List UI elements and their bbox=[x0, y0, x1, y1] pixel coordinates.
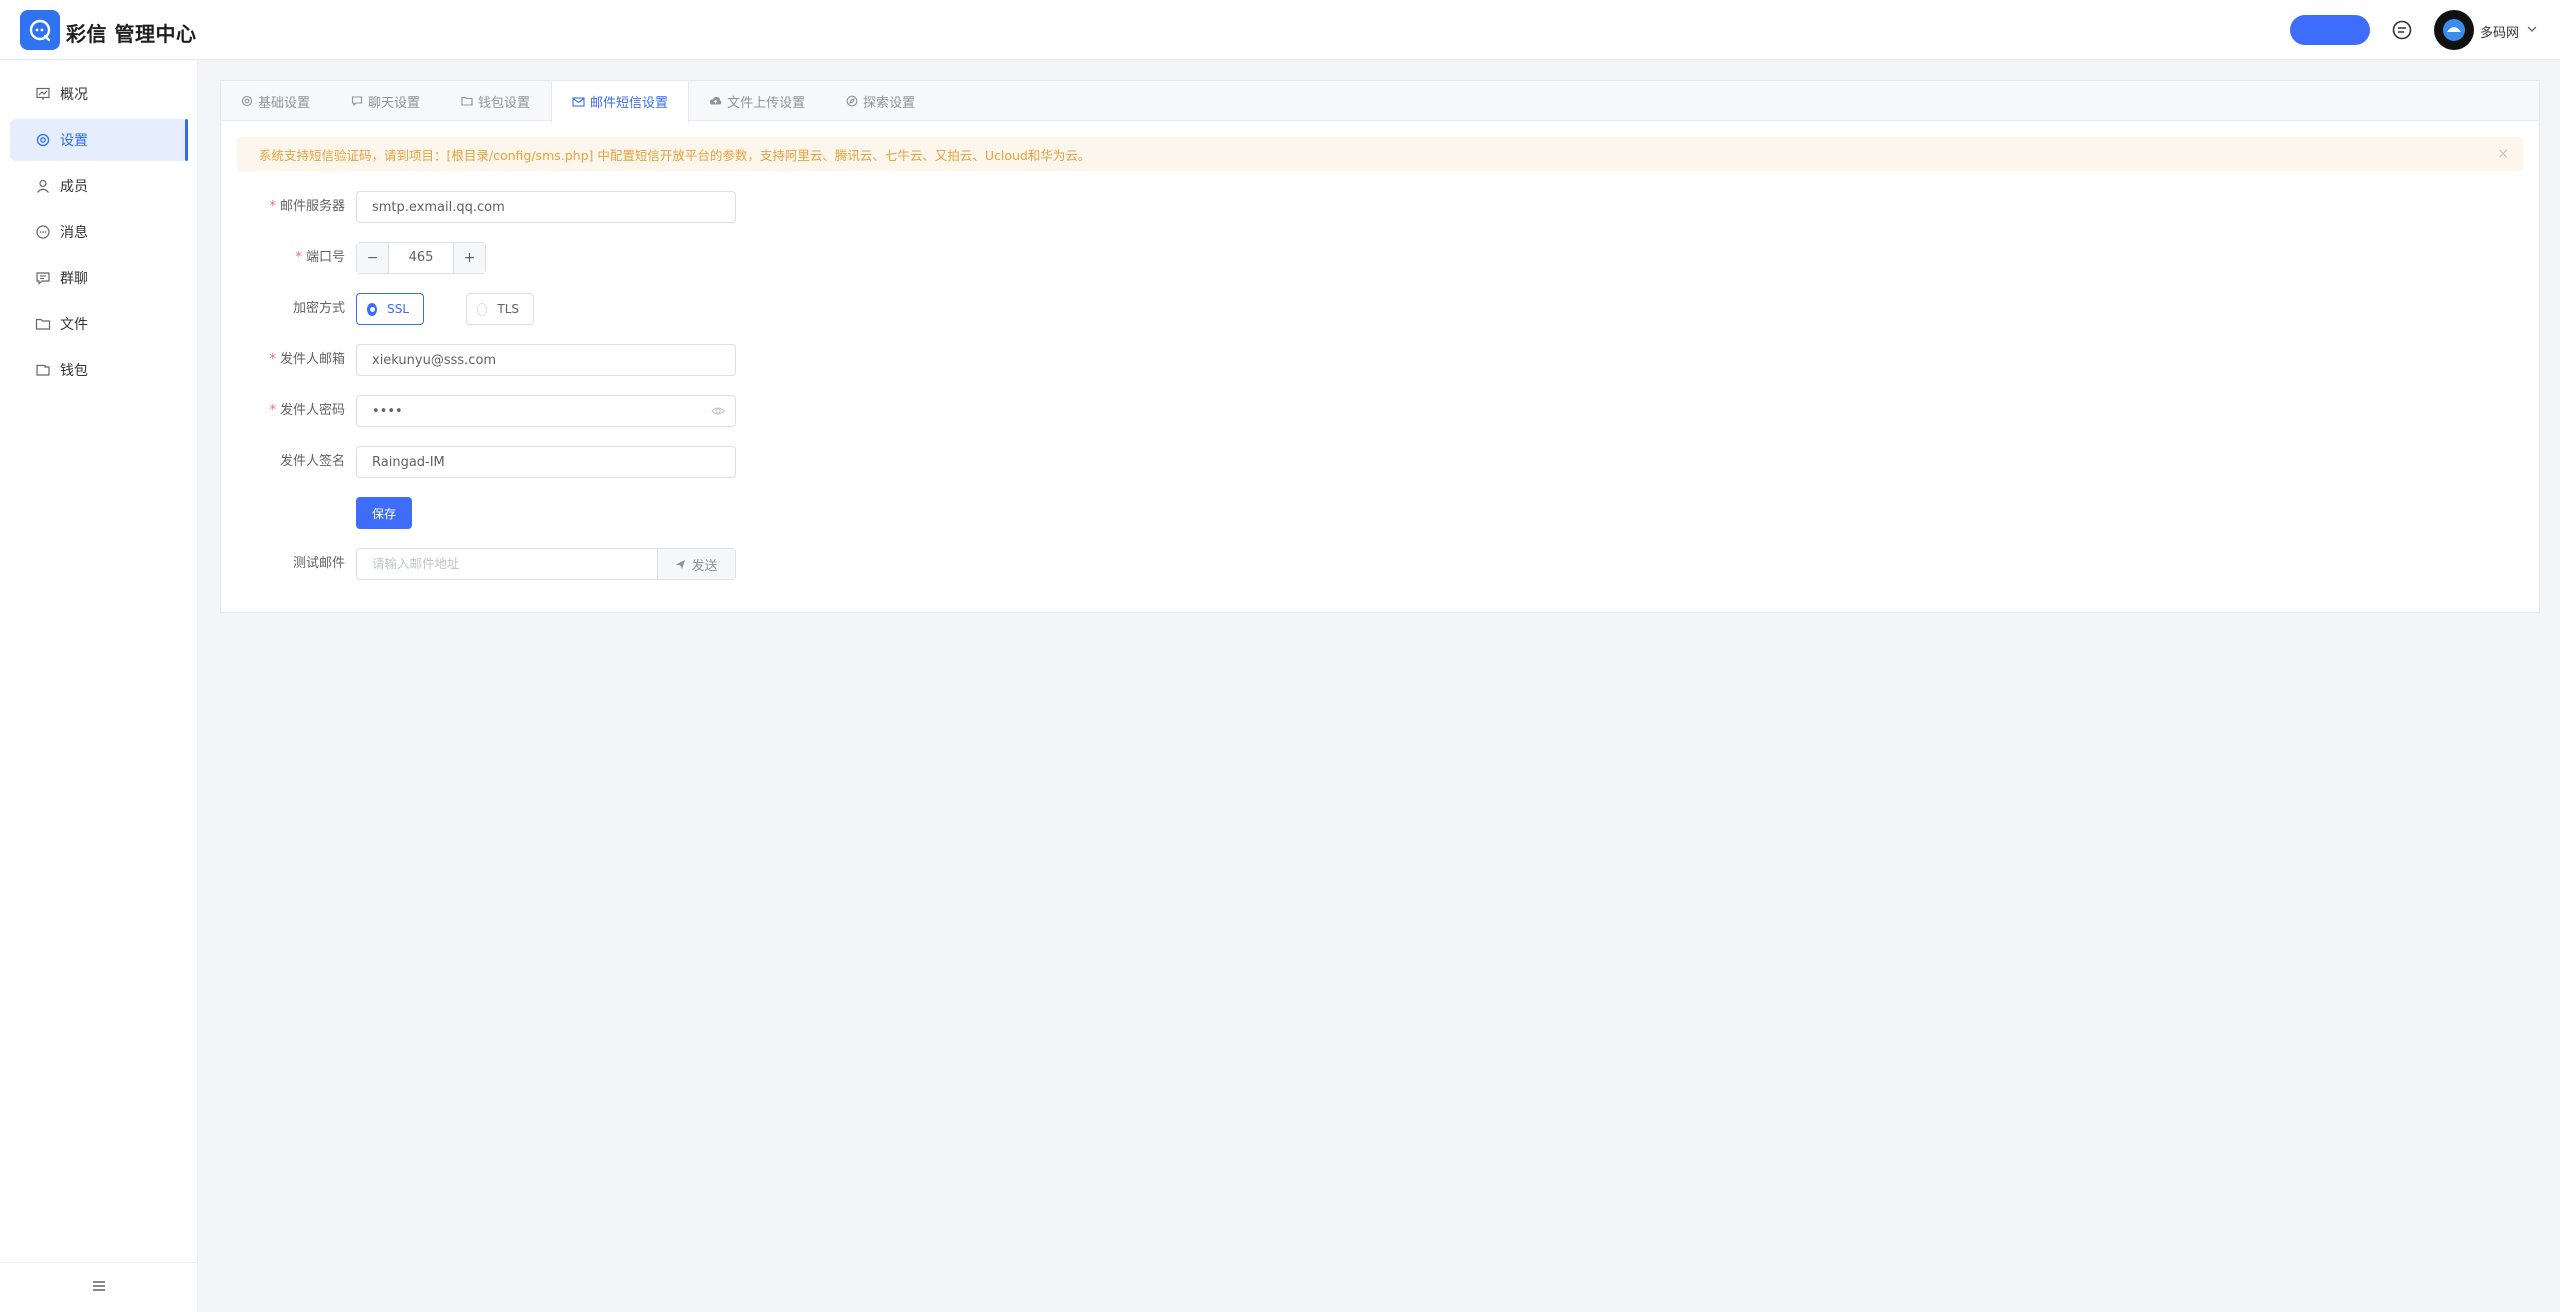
chat-icon bbox=[351, 95, 363, 107]
send-icon bbox=[675, 559, 686, 570]
encryption-label: 加密方式 bbox=[292, 301, 345, 316]
send-label: 发送 bbox=[691, 558, 718, 574]
tab-label: 聊天设置 bbox=[368, 95, 421, 111]
sender-email-input[interactable]: xiekunyu@sss.com bbox=[356, 344, 736, 376]
gear-icon bbox=[34, 131, 52, 149]
tab-label: 邮件短信设置 bbox=[590, 96, 669, 111]
username[interactable]: 多码网 bbox=[2480, 22, 2519, 41]
sidebar-item-label: 概况 bbox=[60, 87, 88, 103]
increment-button[interactable]: + bbox=[453, 243, 485, 273]
header-action-button[interactable] bbox=[2290, 15, 2370, 45]
sidebar-item-files[interactable]: 文件 bbox=[10, 303, 188, 345]
smtp-server-input[interactable]: smtp.exmail.qq.com bbox=[356, 191, 736, 223]
tab-explore-settings[interactable]: 探索设置 bbox=[826, 81, 936, 121]
dashboard-icon bbox=[34, 85, 52, 103]
port-value[interactable]: 465 bbox=[389, 243, 453, 273]
sidebar-item-wallet[interactable]: 钱包 bbox=[10, 349, 188, 391]
tab-label: 钱包设置 bbox=[478, 95, 531, 111]
sender-signature-input[interactable]: Raingad-IM bbox=[356, 446, 736, 478]
sidebar-item-label: 文件 bbox=[60, 317, 88, 333]
radio-label: SSL bbox=[387, 302, 409, 316]
radio-dot bbox=[367, 302, 378, 316]
compass-icon bbox=[846, 95, 858, 107]
chat-logo-icon bbox=[20, 10, 60, 50]
send-button[interactable]: 发送 bbox=[657, 549, 735, 579]
sidebar-item-label: 消息 bbox=[60, 225, 88, 241]
sidebar-item-label: 钱包 bbox=[60, 363, 88, 379]
message-icon[interactable] bbox=[2390, 18, 2414, 42]
cloud-upload-icon bbox=[709, 95, 722, 107]
sidebar-item-label: 群聊 bbox=[60, 271, 88, 287]
tab-basic-settings[interactable]: 基础设置 bbox=[221, 81, 331, 121]
decrement-button[interactable]: − bbox=[357, 243, 389, 273]
close-icon[interactable]: × bbox=[2497, 146, 2509, 162]
sms-config-alert: 系统支持短信验证码，请到项目：[根目录/config/sms.php] 中配置短… bbox=[237, 137, 2523, 171]
sender-signature-label: 发件人签名 bbox=[279, 454, 345, 469]
radio-label: TLS bbox=[497, 302, 519, 316]
eye-icon[interactable] bbox=[711, 404, 725, 422]
radio-dot bbox=[477, 302, 488, 316]
smtp-label: * 邮件服务器 bbox=[269, 199, 345, 214]
tab-wallet-settings[interactable]: 钱包设置 bbox=[441, 81, 551, 121]
tab-label: 探索设置 bbox=[863, 95, 916, 111]
alert-text: 系统支持短信验证码，请到项目：[根目录/config/sms.php] 中配置短… bbox=[259, 147, 1091, 163]
password-mask: •••• bbox=[372, 403, 403, 419]
sidebar-item-overview[interactable]: 概况 bbox=[10, 73, 188, 115]
tab-label: 基础设置 bbox=[258, 95, 311, 111]
tab-label: 文件上传设置 bbox=[727, 95, 806, 111]
sender-password-label: * 发件人密码 bbox=[269, 403, 345, 418]
folder-icon bbox=[34, 315, 52, 333]
sender-password-input[interactable]: •••• bbox=[356, 395, 736, 427]
port-label: * 端口号 bbox=[295, 250, 345, 265]
sender-email-label: * 发件人邮箱 bbox=[269, 352, 345, 367]
sidebar-item-messages[interactable]: 消息 bbox=[10, 211, 188, 253]
tab-mail-sms-settings[interactable]: 邮件短信设置 bbox=[551, 81, 690, 122]
port-stepper[interactable]: − 465 + bbox=[356, 242, 486, 274]
radio-ssl[interactable]: SSL bbox=[356, 293, 424, 325]
sidebar-collapse[interactable] bbox=[0, 1262, 198, 1312]
top-header: 彩信 管理中心 多码网 bbox=[0, 0, 2560, 60]
gear-icon bbox=[241, 95, 253, 107]
test-mail-label: 测试邮件 bbox=[292, 556, 345, 571]
sidebar-item-settings[interactable]: 设置 bbox=[10, 119, 188, 161]
chevron-down-icon[interactable] bbox=[2526, 23, 2538, 39]
settings-tabs: 基础设置 聊天设置 钱包设置 邮件短信设置 文件上传设置 探索设置 bbox=[221, 81, 2539, 122]
sidebar-item-group-chat[interactable]: 群聊 bbox=[10, 257, 188, 299]
folder-icon bbox=[461, 95, 473, 107]
avatar[interactable] bbox=[2434, 10, 2474, 50]
menu-icon[interactable] bbox=[92, 1280, 106, 1296]
test-mail-input[interactable]: 请输入邮件地址 bbox=[357, 549, 657, 579]
tab-chat-settings[interactable]: 聊天设置 bbox=[331, 81, 441, 121]
test-mail-group: 请输入邮件地址 发送 bbox=[356, 548, 736, 580]
sidebar: 概况 设置 成员 消息 群聊 文件 钱包 bbox=[0, 61, 198, 1312]
app-title: 彩信 管理中心 bbox=[66, 22, 197, 46]
settings-card: 基础设置 聊天设置 钱包设置 邮件短信设置 文件上传设置 探索设置 系统支持短信… bbox=[220, 80, 2540, 613]
sidebar-item-members[interactable]: 成员 bbox=[10, 165, 188, 207]
save-button[interactable]: 保存 bbox=[356, 497, 412, 529]
sidebar-item-label: 设置 bbox=[60, 133, 88, 149]
mail-icon bbox=[572, 96, 585, 108]
radio-tls[interactable]: TLS bbox=[466, 293, 534, 325]
sidebar-item-label: 成员 bbox=[60, 179, 88, 195]
group-chat-icon bbox=[34, 269, 52, 287]
chat-icon bbox=[34, 223, 52, 241]
user-icon bbox=[34, 177, 52, 195]
tab-file-upload-settings[interactable]: 文件上传设置 bbox=[689, 81, 826, 121]
wallet-icon bbox=[34, 361, 52, 379]
